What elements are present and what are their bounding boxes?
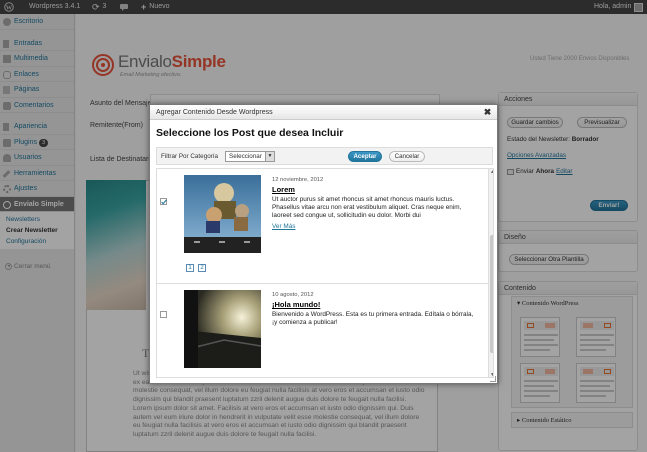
post-thumbnail xyxy=(183,290,262,368)
scroll-thumb[interactable] xyxy=(490,235,493,353)
checkmark-icon xyxy=(161,199,167,205)
post-thumbnail xyxy=(184,175,261,253)
post-checkbox[interactable] xyxy=(160,311,167,318)
resize-handle-icon[interactable] xyxy=(490,376,496,382)
post-date: 10 agosto, 2012 xyxy=(272,292,314,298)
post-title[interactable]: Lorem xyxy=(272,185,295,194)
aceptar-button[interactable]: Aceptar xyxy=(348,151,382,162)
category-select[interactable]: Seleccionar ▼ xyxy=(225,151,275,162)
post-title[interactable]: ¡Hola mundo! xyxy=(272,300,320,309)
filter-bar: Filtrar Por Categoría Seleccionar ▼ Acep… xyxy=(156,147,493,165)
page-1-button[interactable]: 1 xyxy=(186,264,194,272)
post-list: 12 noviembre, 2012 Lorem Ut auctor purus… xyxy=(156,168,494,378)
scroll-up-arrow-icon[interactable]: ▲ xyxy=(489,169,493,176)
post-excerpt: Bienvenido a WordPress. Esta es tu prime… xyxy=(272,311,474,327)
post-date: 12 noviembre, 2012 xyxy=(272,177,324,183)
modal-heading: Seleccione los Post que desea Incluir xyxy=(156,127,344,139)
dropdown-arrow-icon: ▼ xyxy=(265,152,274,161)
agregar-contenido-modal: Agregar Contenido Desde Wordpress ✖ Sele… xyxy=(149,104,498,384)
post-checkbox[interactable] xyxy=(160,198,167,205)
cancelar-button[interactable]: Cancelar xyxy=(389,151,425,162)
filter-label: Filtrar Por Categoría xyxy=(161,153,219,160)
category-select-value: Seleccionar xyxy=(229,153,262,160)
post-list-scrollbar[interactable]: ▲ ▼ xyxy=(488,169,493,377)
list-item: 10 agosto, 2012 ¡Hola mundo! Bienvenido … xyxy=(157,287,488,377)
close-icon[interactable]: ✖ xyxy=(483,108,492,117)
list-item: 12 noviembre, 2012 Lorem Ut auctor purus… xyxy=(157,173,488,279)
ver-mas-link[interactable]: Ver Más xyxy=(272,223,295,230)
post-divider xyxy=(157,283,488,284)
modal-title: Agregar Contenido Desde Wordpress xyxy=(150,105,497,120)
page-2-button[interactable]: 2 xyxy=(198,264,206,272)
post-excerpt: Ut auctor purus sit amet rhoncus sit ame… xyxy=(272,196,462,220)
